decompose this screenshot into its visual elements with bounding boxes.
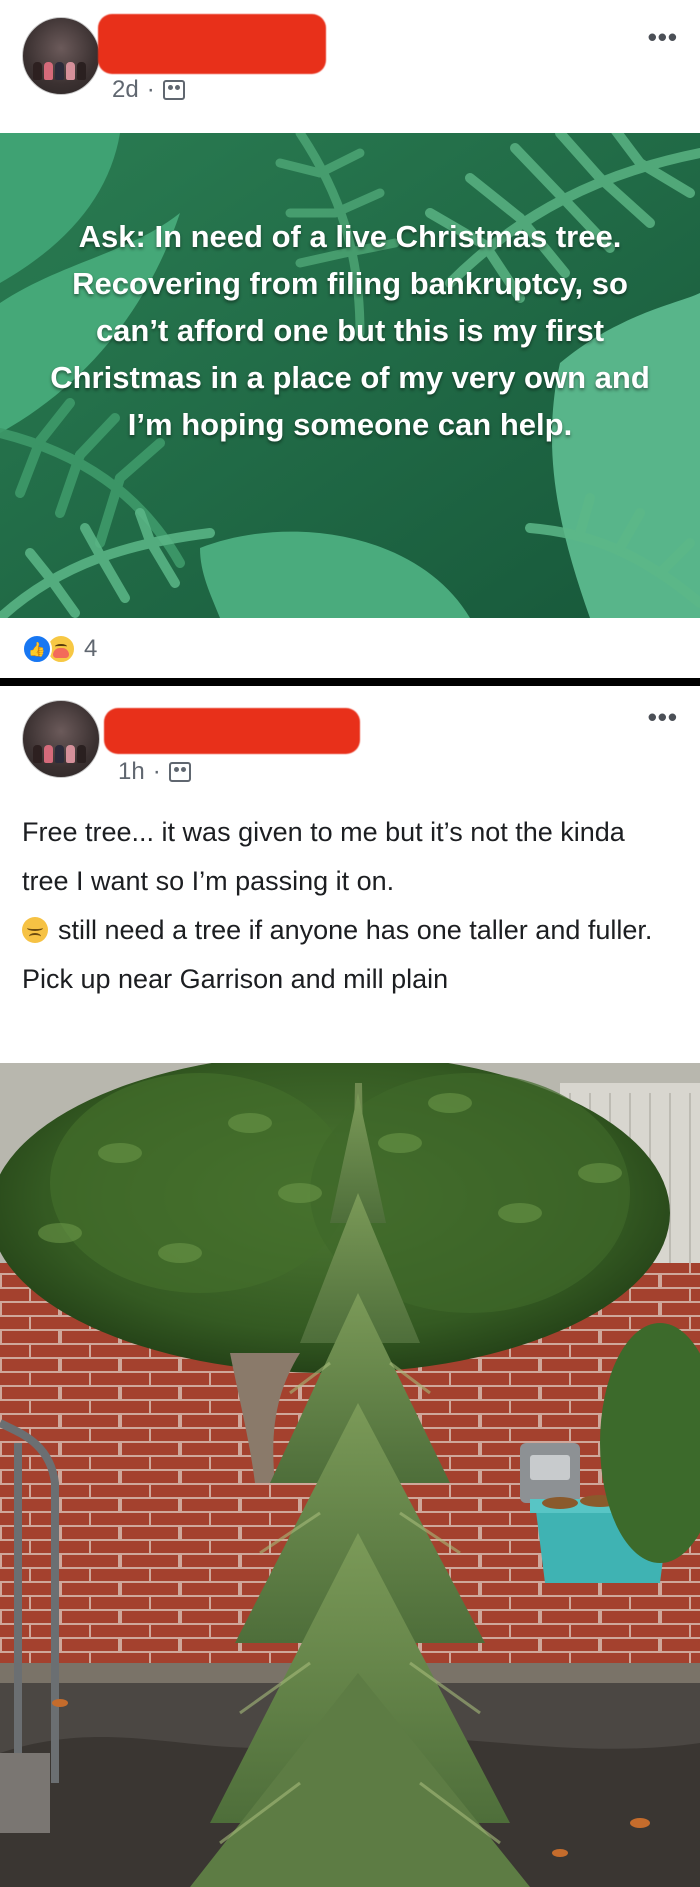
reaction-count: 4 <box>84 635 98 662</box>
post-text-line2: still need a tree if anyone has one tall… <box>22 915 653 994</box>
avatar[interactable] <box>22 700 100 778</box>
post-meta: 2d · <box>112 76 185 104</box>
meta-dot: · <box>146 76 155 103</box>
post-time[interactable]: 2d <box>112 76 139 104</box>
audience-icon[interactable] <box>168 762 191 782</box>
post-1: 2d · ••• Ask: In need of a live Christma… <box>0 0 700 678</box>
post-meta: 1h · <box>118 758 191 786</box>
avatar[interactable] <box>22 17 100 95</box>
post-time[interactable]: 1h <box>118 758 145 786</box>
meta-dot: · <box>152 758 161 785</box>
like-reaction-icon: 👍 <box>22 634 52 664</box>
post-divider <box>0 678 700 686</box>
more-options-button[interactable]: ••• <box>648 702 678 733</box>
more-options-button[interactable]: ••• <box>648 22 678 53</box>
post-text: Ask: In need of a live Christmas tree. R… <box>50 219 650 442</box>
tree-photo-image <box>0 1063 700 1887</box>
post-text-line1: Free tree... it was given to me but it’s… <box>22 817 625 896</box>
post-text: Free tree... it was given to me but it’s… <box>22 808 662 1004</box>
disappointed-face-emoji-icon <box>22 917 48 943</box>
post-2: 1h · ••• Free tree... it was given to me… <box>0 686 700 1887</box>
redacted-name <box>98 14 326 74</box>
redacted-name <box>104 708 360 754</box>
colored-background-post: Ask: In need of a live Christmas tree. R… <box>0 133 700 618</box>
tree-photo[interactable] <box>0 1063 700 1887</box>
reactions-summary[interactable]: 👍 4 <box>22 634 97 664</box>
audience-icon[interactable] <box>162 80 185 100</box>
